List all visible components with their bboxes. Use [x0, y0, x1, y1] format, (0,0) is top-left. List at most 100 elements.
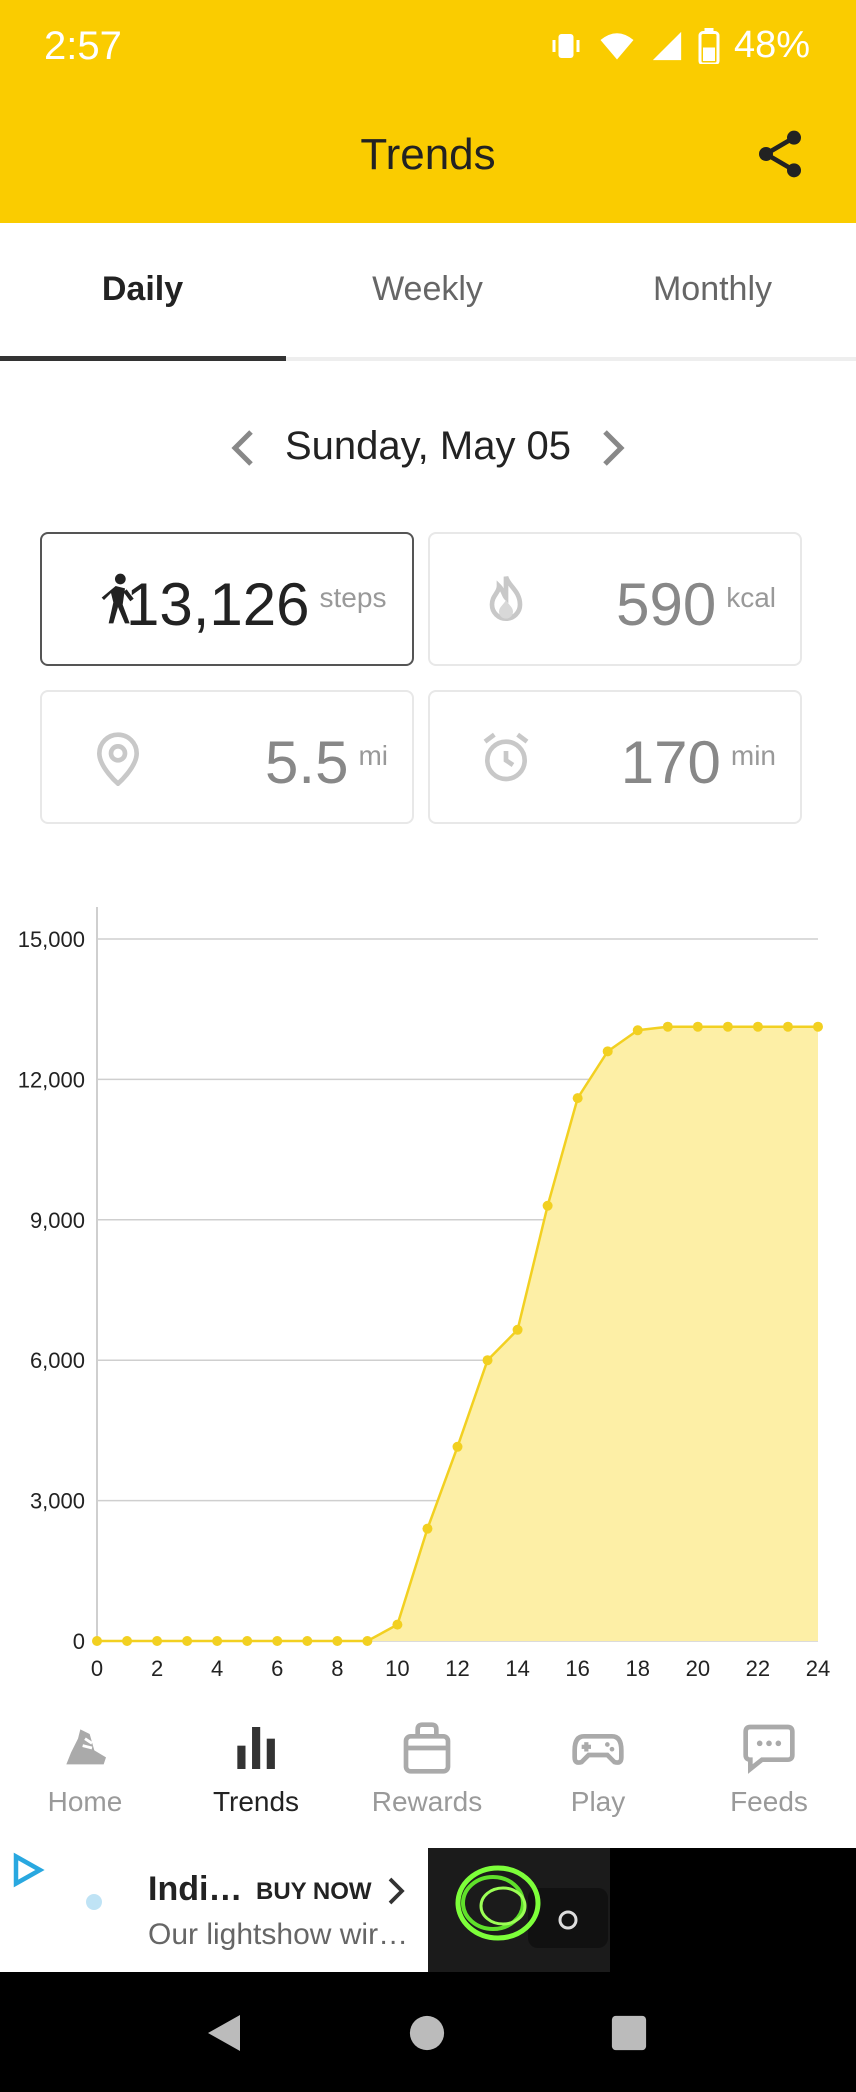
- x-tick-label: 22: [746, 1656, 770, 1680]
- distance-unit: mi: [358, 740, 388, 771]
- data-point: [92, 1636, 102, 1646]
- data-point: [813, 1021, 823, 1032]
- y-tick-label: 12,000: [18, 1067, 85, 1092]
- data-point: [302, 1636, 313, 1646]
- series-area: [97, 1026, 818, 1641]
- nav-home[interactable]: Home: [0, 1720, 170, 1818]
- y-tick-label: 15,000: [18, 927, 85, 952]
- home-circle-icon[interactable]: [408, 2014, 446, 2052]
- wifi-icon: [600, 32, 634, 59]
- status-time: 2:57: [44, 24, 122, 68]
- flame-icon: [489, 575, 523, 621]
- y-tick-label: 0: [73, 1629, 85, 1654]
- x-tick-label: 16: [565, 1656, 589, 1680]
- distance-card[interactable]: 5.5 mi: [40, 690, 414, 824]
- vibrate-icon: [552, 33, 580, 58]
- back-icon[interactable]: [204, 2012, 244, 2054]
- x-tick-label: 14: [505, 1656, 529, 1680]
- ad-background: [610, 1848, 856, 1972]
- x-tick-label: 20: [686, 1656, 710, 1680]
- calories-unit: kcal: [726, 582, 776, 613]
- data-point: [332, 1636, 343, 1646]
- y-tick-label: 9,000: [30, 1208, 85, 1233]
- data-point: [422, 1523, 433, 1534]
- page-title: Trends: [360, 130, 496, 179]
- ad-title[interactable]: Indi…: [148, 1870, 242, 1909]
- current-date: Sunday, May 05: [284, 424, 572, 468]
- steps-value: 13,126: [126, 571, 310, 638]
- signal-icon: [652, 31, 682, 60]
- tab-daily[interactable]: Daily: [0, 270, 285, 309]
- ad-logo-icon: [86, 1894, 102, 1910]
- nav-rewards-label: Rewards: [371, 1786, 483, 1817]
- data-point: [572, 1093, 583, 1104]
- nav-feeds-label: Feeds: [730, 1786, 808, 1817]
- alarm-clock-icon: [483, 732, 529, 782]
- gamepad-icon: [572, 1734, 624, 1765]
- ad-description[interactable]: Our lightshow wir…: [148, 1918, 408, 1952]
- distance-value: 5.5: [265, 729, 349, 796]
- nav-feeds[interactable]: Feeds: [684, 1720, 854, 1818]
- status-icons: 48%: [548, 24, 810, 67]
- data-point: [482, 1355, 493, 1366]
- ad-choices-icon[interactable]: [8, 1852, 48, 1888]
- x-tick-label: 4: [211, 1656, 223, 1680]
- x-tick-label: 8: [331, 1656, 343, 1680]
- system-nav-bar: [0, 1972, 856, 2092]
- steps-card[interactable]: 13,126 steps: [40, 532, 414, 666]
- x-tick-label: 10: [385, 1656, 409, 1680]
- x-tick-label: 12: [445, 1656, 469, 1680]
- x-tick-label: 6: [271, 1656, 283, 1680]
- data-point: [722, 1021, 733, 1032]
- steps-area-chart: 03,0006,0009,00012,00015,0000 2 4 6 8 10 12 14 1…: [18, 907, 830, 1680]
- location-pin-icon: [96, 732, 140, 786]
- data-point: [452, 1441, 463, 1452]
- chat-icon: [743, 1724, 795, 1774]
- share-icon[interactable]: [752, 126, 808, 182]
- y-tick-label: 6,000: [30, 1348, 85, 1373]
- active-time-card[interactable]: 170 min: [428, 690, 802, 824]
- calories-value: 590: [616, 571, 717, 638]
- bar-chart-icon: [237, 1727, 275, 1769]
- nav-trends-label: Trends: [212, 1786, 300, 1817]
- data-point: [542, 1200, 553, 1211]
- nav-trends[interactable]: Trends: [171, 1720, 341, 1818]
- battery-percent: 48%: [733, 24, 810, 66]
- data-point: [602, 1046, 613, 1057]
- tab-weekly[interactable]: Weekly: [285, 270, 570, 309]
- tab-indicator: [0, 356, 286, 361]
- active-time-unit: min: [730, 740, 776, 771]
- recents-square-icon[interactable]: [610, 2014, 648, 2052]
- nav-rewards[interactable]: Rewards: [342, 1720, 512, 1818]
- product-image-icon: [455, 1865, 608, 1948]
- steps-unit: steps: [319, 582, 387, 613]
- nav-play-label: Play: [570, 1786, 626, 1817]
- x-tick-label: 2: [151, 1656, 163, 1680]
- x-tick-label: 0: [91, 1656, 103, 1680]
- data-point: [512, 1324, 523, 1335]
- bag-icon: [403, 1722, 451, 1774]
- data-point: [242, 1636, 253, 1646]
- x-tick-label: 18: [626, 1656, 650, 1680]
- data-point: [272, 1636, 283, 1646]
- ad-buy-now-button[interactable]: BUY NOW: [256, 1878, 372, 1906]
- data-point: [122, 1636, 133, 1646]
- active-time-value: 170: [620, 729, 721, 796]
- nav-home-label: Home: [47, 1786, 123, 1817]
- shoe-icon: [66, 1729, 106, 1765]
- x-tick-label: 24: [806, 1656, 830, 1680]
- data-point: [752, 1021, 763, 1032]
- data-point: [362, 1636, 373, 1646]
- next-day-icon[interactable]: [598, 428, 628, 468]
- calories-card[interactable]: 590 kcal: [428, 532, 802, 666]
- data-point: [212, 1636, 223, 1646]
- battery-icon: [698, 27, 720, 64]
- ad-product-image[interactable]: [428, 1848, 610, 1972]
- data-point: [392, 1619, 403, 1630]
- y-tick-label: 3,000: [30, 1489, 85, 1514]
- data-point: [182, 1636, 193, 1646]
- tab-divider: [286, 357, 856, 361]
- chevron-right-icon[interactable]: [386, 1876, 406, 1906]
- nav-play[interactable]: Play: [513, 1720, 683, 1818]
- tab-monthly[interactable]: Monthly: [570, 270, 855, 309]
